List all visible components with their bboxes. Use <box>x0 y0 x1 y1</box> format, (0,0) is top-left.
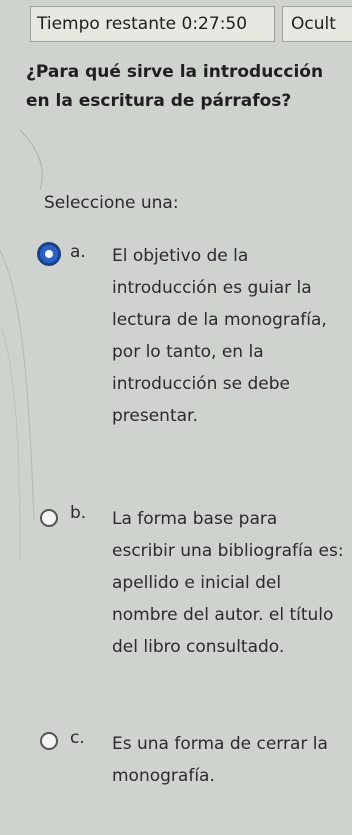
select-one-prompt: Seleccione una: <box>44 193 179 213</box>
option-a-letter: a. <box>70 242 86 262</box>
radio-a[interactable] <box>40 245 58 263</box>
radio-b[interactable] <box>40 509 58 527</box>
radio-c[interactable] <box>40 732 58 750</box>
hide-timer-button[interactable]: Ocult <box>282 6 352 42</box>
option-c-letter: c. <box>70 728 85 748</box>
question-text: ¿Para qué sirve la introducción en la es… <box>26 62 324 111</box>
hide-timer-button-label: Ocult <box>291 14 336 34</box>
option-b-letter: b. <box>70 503 87 523</box>
option-b-text: La forma base para escribir una bibliogr… <box>112 509 344 657</box>
time-remaining-indicator: Tiempo restante 0:27:50 <box>30 6 275 42</box>
time-remaining-text: Tiempo restante 0:27:50 <box>37 14 248 34</box>
option-a-text: El objetivo de la introducción es guiar … <box>112 246 327 426</box>
option-c-text: Es una forma de cerrar la monografía. <box>112 734 328 786</box>
